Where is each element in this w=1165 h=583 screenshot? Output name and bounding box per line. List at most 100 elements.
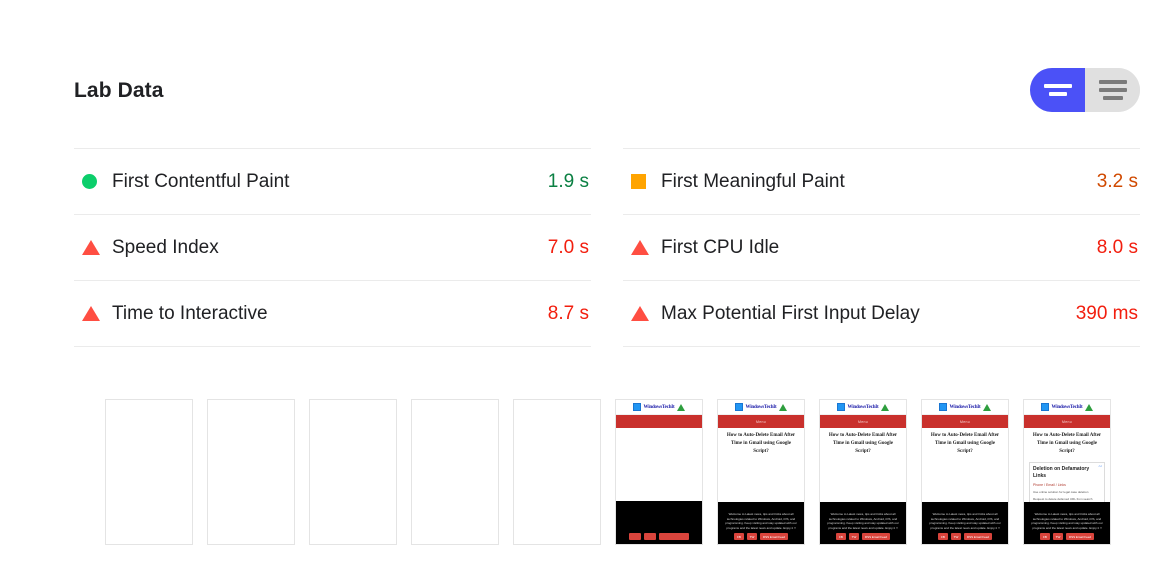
site-header: WindowsTechIt bbox=[922, 400, 1008, 415]
footer-buttons: FB TW RSS Email Feed bbox=[938, 533, 992, 540]
footer-text: Welcome to Latest news, tips and tricks … bbox=[929, 512, 1001, 530]
site-logo-text: WindowsTechIt bbox=[745, 404, 777, 410]
metric-row[interactable]: Time to Interactive 8.7 s bbox=[74, 280, 591, 347]
filmstrip-frame[interactable]: WindowsTechIt Menu How to Auto-Delete Em… bbox=[717, 399, 805, 545]
ad-description-line: Use online solution for legal case delet… bbox=[1033, 490, 1089, 494]
view-mode-toggle[interactable] bbox=[1030, 68, 1140, 112]
filmstrip-frame[interactable]: WindowsTechIt Menu How to Auto-Delete Em… bbox=[1023, 399, 1111, 545]
filmstrip-frame[interactable]: WindowsTechIt Menu How to Auto-Delete Em… bbox=[921, 399, 1009, 545]
site-navbar: Menu bbox=[718, 415, 804, 428]
footer-text: Welcome to Latest news, tips and tricks … bbox=[1031, 512, 1103, 530]
footer-text: Welcome to Latest news, tips and tricks … bbox=[827, 512, 899, 530]
triangle-icon bbox=[82, 240, 100, 255]
nav-menu-label: Menu bbox=[858, 419, 868, 424]
site-logo-text: WindowsTechIt bbox=[1051, 404, 1083, 410]
metric-value: 1.9 s bbox=[547, 170, 589, 192]
square-icon bbox=[631, 174, 646, 189]
metric-icon-wrap bbox=[74, 306, 108, 321]
footer-feed-button[interactable]: RSS Email Feed bbox=[760, 533, 788, 540]
page-body: How to Auto-Delete Email After Time in G… bbox=[718, 428, 804, 502]
metric-icon-wrap bbox=[74, 240, 108, 255]
filmstrip-frame[interactable]: WindowsTechIt Menu How to Auto-Delete Em… bbox=[819, 399, 907, 545]
footer-buttons: FB TW RSS Email Feed bbox=[1040, 533, 1094, 540]
footer-feed-button[interactable]: RSS Email Feed bbox=[862, 533, 890, 540]
metric-label: First CPU Idle bbox=[661, 236, 780, 258]
footer-feed-button[interactable]: RSS Email Feed bbox=[1066, 533, 1094, 540]
nav-menu-label: Menu bbox=[960, 419, 970, 424]
toggle-line-icon bbox=[1043, 84, 1072, 88]
site-header: WindowsTechIt bbox=[820, 400, 906, 415]
footer-feed-button[interactable]: RSS Email Feed bbox=[964, 533, 992, 540]
footer-facebook-button[interactable]: FB bbox=[836, 533, 846, 540]
leaf-icon bbox=[778, 403, 787, 411]
filmstrip-frame[interactable]: WindowsTechIt bbox=[615, 399, 703, 545]
site-navbar bbox=[616, 415, 702, 428]
article-title: How to Auto-Delete Email After Time in G… bbox=[1032, 433, 1102, 454]
toggle-line-icon bbox=[1098, 88, 1127, 92]
footer-social-button[interactable] bbox=[629, 533, 641, 540]
site-navbar: Menu bbox=[922, 415, 1008, 428]
metric-label: Time to Interactive bbox=[112, 302, 268, 324]
footer-twitter-button[interactable]: TW bbox=[1053, 533, 1063, 540]
article-title: How to Auto-Delete Email After Time in G… bbox=[930, 433, 1000, 454]
ad-description-line: Request to delete defamed URL from searc… bbox=[1033, 496, 1093, 503]
filmstrip-frame[interactable] bbox=[207, 399, 295, 545]
panel-header: Lab Data bbox=[74, 64, 1140, 116]
leaf-icon bbox=[1084, 403, 1093, 411]
page-body: How to Auto-Delete Email After Time in G… bbox=[820, 428, 906, 502]
site-footer: Welcome to Latest news, tips and tricks … bbox=[922, 502, 1008, 544]
screenshot-filmstrip: WindowsTechIt WindowsTechIt Menu How to … bbox=[105, 399, 1111, 545]
ad-label: Ad bbox=[1098, 464, 1102, 468]
page-mock: WindowsTechIt Menu How to Auto-Delete Em… bbox=[718, 400, 804, 544]
site-navbar: Menu bbox=[1024, 415, 1110, 428]
footer-social-button[interactable] bbox=[644, 533, 656, 540]
site-logo-text: WindowsTechIt bbox=[847, 404, 879, 410]
filmstrip-frame[interactable] bbox=[105, 399, 193, 545]
triangle-icon bbox=[631, 306, 649, 321]
footer-facebook-button[interactable]: FB bbox=[734, 533, 744, 540]
metric-icon-wrap bbox=[74, 174, 108, 189]
leaf-icon bbox=[982, 403, 991, 411]
footer-twitter-button[interactable]: TW bbox=[747, 533, 757, 540]
metric-label: Max Potential First Input Delay bbox=[661, 302, 920, 324]
page-body: How to Auto-Delete Email After Time in G… bbox=[1024, 428, 1110, 502]
metric-label: First Contentful Paint bbox=[112, 170, 290, 192]
footer-twitter-button[interactable]: TW bbox=[849, 533, 859, 540]
filmstrip-frame[interactable] bbox=[411, 399, 499, 545]
metric-value: 7.0 s bbox=[547, 236, 589, 258]
page-body: How to Auto-Delete Email After Time in G… bbox=[922, 428, 1008, 502]
filmstrip-frame[interactable] bbox=[309, 399, 397, 545]
metric-row[interactable]: First CPU Idle 8.0 s bbox=[623, 214, 1140, 281]
filmstrip-frame[interactable] bbox=[513, 399, 601, 545]
toggle-option-detail-view[interactable] bbox=[1085, 68, 1140, 112]
footer-feed-button[interactable] bbox=[659, 533, 689, 540]
lab-data-panel: Lab Data First Contentful Paint 1.9 s Sp… bbox=[0, 0, 1165, 583]
site-header: WindowsTechIt bbox=[616, 400, 702, 415]
metric-label: First Meaningful Paint bbox=[661, 170, 845, 192]
nav-menu-label: Menu bbox=[756, 419, 766, 424]
leaf-icon bbox=[676, 403, 685, 411]
windows-logo-icon bbox=[939, 403, 948, 411]
metric-row[interactable]: First Contentful Paint 1.9 s bbox=[74, 148, 591, 215]
page-mock: WindowsTechIt Menu How to Auto-Delete Em… bbox=[1024, 400, 1110, 544]
metric-value: 8.0 s bbox=[1096, 236, 1138, 258]
ad-headline: Deletion on Defamatory Links bbox=[1033, 466, 1090, 479]
metric-icon-wrap bbox=[623, 240, 657, 255]
metric-row[interactable]: First Meaningful Paint 3.2 s bbox=[623, 148, 1140, 215]
footer-facebook-button[interactable]: FB bbox=[1040, 533, 1050, 540]
footer-twitter-button[interactable]: TW bbox=[951, 533, 961, 540]
toggle-option-list-view[interactable] bbox=[1030, 68, 1085, 112]
page-mock: WindowsTechIt Menu How to Auto-Delete Em… bbox=[922, 400, 1008, 544]
metric-row[interactable]: Speed Index 7.0 s bbox=[74, 214, 591, 281]
site-footer: Welcome to Latest news, tips and tricks … bbox=[820, 502, 906, 544]
site-footer: Welcome to Latest news, tips and tricks … bbox=[718, 502, 804, 544]
metric-value: 8.7 s bbox=[547, 302, 589, 324]
ad-block[interactable]: Ad Deletion on Defamatory Links Phone / … bbox=[1029, 462, 1105, 502]
footer-buttons: FB TW RSS Email Feed bbox=[734, 533, 788, 540]
metric-value: 3.2 s bbox=[1096, 170, 1138, 192]
footer-facebook-button[interactable]: FB bbox=[938, 533, 948, 540]
triangle-icon bbox=[82, 306, 100, 321]
leaf-icon bbox=[880, 403, 889, 411]
footer-buttons: FB TW RSS Email Feed bbox=[836, 533, 890, 540]
metric-row[interactable]: Max Potential First Input Delay 390 ms bbox=[623, 280, 1140, 347]
